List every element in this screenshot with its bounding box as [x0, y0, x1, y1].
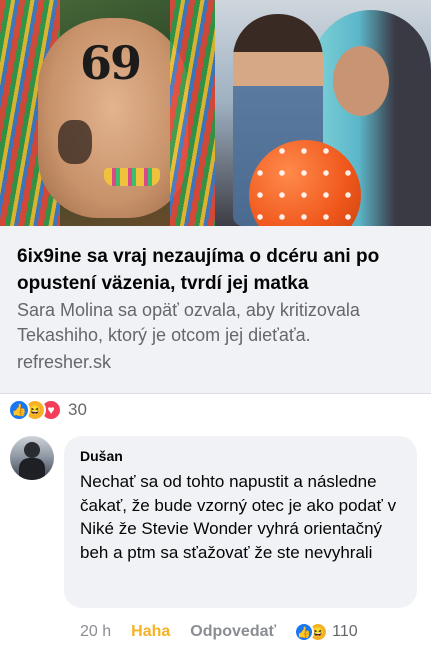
preview-image-right[interactable] — [215, 0, 431, 226]
comment-reaction-count[interactable]: 110 — [332, 623, 358, 641]
comment-text: Nechať sa od tohto napustit a následne č… — [80, 472, 397, 562]
preview-image-left[interactable]: 69 — [0, 0, 215, 226]
hair-decoration — [170, 0, 215, 226]
reaction-count[interactable]: 30 — [68, 400, 87, 420]
comment-reactions[interactable]: 👍 😆 — [294, 622, 329, 642]
link-title[interactable]: 6ix9ine sa vraj nezaujíma o dcéru ani po… — [17, 243, 417, 297]
like-icon: 👍 — [8, 399, 30, 421]
comment-bubble: Dušan Nechať sa od tohto napustit a násl… — [64, 436, 417, 608]
link-description: Sara Molina sa opäť ozvala, aby kritizov… — [17, 300, 360, 345]
haha-button[interactable]: Haha — [131, 623, 170, 641]
reply-button[interactable]: Odpovedať — [190, 623, 276, 641]
comment-time[interactable]: 20 h — [80, 623, 111, 641]
woman-face — [333, 46, 389, 116]
cheek-tattoo — [58, 120, 92, 164]
forehead-tattoo-text: 69 — [80, 36, 142, 90]
link-preview-card[interactable]: 6ix9ine sa vraj nezaujíma o dcéru ani po… — [0, 226, 431, 394]
link-preview-images[interactable]: 69 — [0, 0, 431, 226]
post-reactions[interactable]: 👍 😆 ♥ 30 — [8, 398, 87, 422]
grill-teeth — [104, 168, 160, 186]
comment-actions: 20 h Haha Odpovedať 👍 😆 110 — [80, 620, 358, 644]
comment-author[interactable]: Dušan — [80, 448, 123, 464]
avatar[interactable] — [10, 436, 54, 480]
link-domain: refresher.sk — [17, 352, 112, 372]
